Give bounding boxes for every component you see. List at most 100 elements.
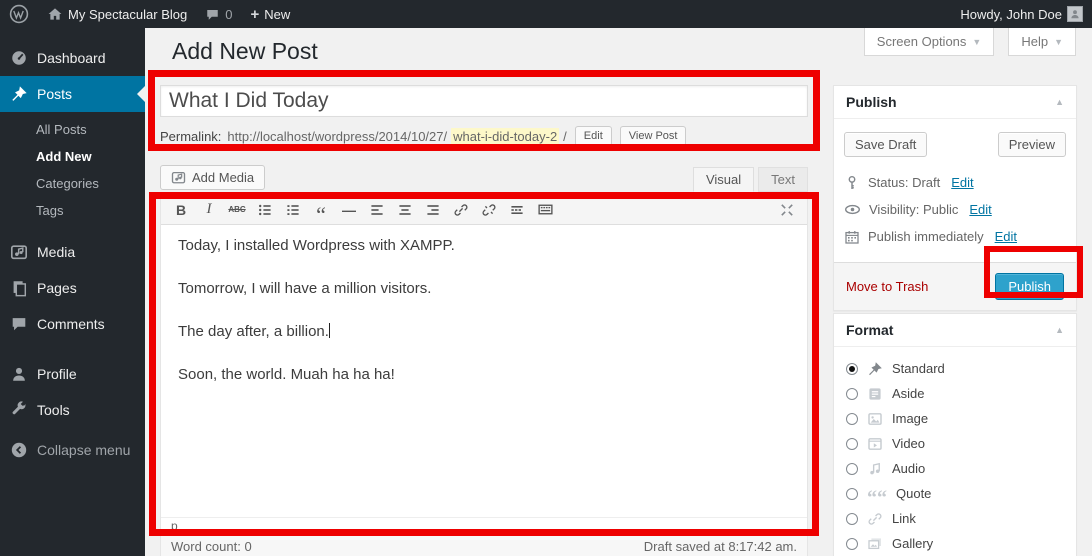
format-radio[interactable] bbox=[846, 388, 858, 400]
plus-icon: + bbox=[250, 7, 259, 22]
align-right-icon[interactable] bbox=[420, 198, 446, 222]
wordpress-logo-menu[interactable] bbox=[0, 0, 38, 28]
format-box-header[interactable]: Format ▲ bbox=[834, 314, 1076, 347]
bulleted-list-icon[interactable] bbox=[252, 198, 278, 222]
active-menu-arrow bbox=[129, 86, 145, 102]
edit-visibility-link[interactable]: Edit bbox=[969, 202, 991, 217]
format-radio[interactable] bbox=[846, 438, 858, 450]
help-tab[interactable]: Help ▼ bbox=[1008, 28, 1076, 56]
edit-permalink-button[interactable]: Edit bbox=[575, 126, 612, 146]
visibility-text: Visibility: Public bbox=[869, 202, 958, 217]
horizontal-rule-icon[interactable]: — bbox=[336, 198, 362, 222]
media-buttons-bar: Add Media Visual Text bbox=[160, 164, 808, 192]
gallery-icon bbox=[867, 536, 883, 552]
user-silhouette-icon bbox=[1069, 8, 1081, 20]
media-icon bbox=[10, 243, 28, 261]
pushpin-icon bbox=[10, 85, 28, 103]
sidebar-item-label: Collapse menu bbox=[37, 442, 130, 458]
format-option-standard[interactable]: Standard bbox=[846, 356, 1064, 381]
publish-box: Publish ▲ Save Draft Preview Status: Dra… bbox=[833, 85, 1077, 311]
add-media-button[interactable]: Add Media bbox=[160, 165, 265, 190]
sidebar-item-label: Posts bbox=[37, 86, 72, 102]
format-radio[interactable] bbox=[846, 463, 858, 475]
chevron-down-icon: ▼ bbox=[1054, 37, 1063, 47]
text-tab[interactable]: Text bbox=[758, 167, 808, 192]
admin-bar-comments[interactable]: 0 bbox=[196, 0, 241, 28]
format-option-audio[interactable]: Audio bbox=[846, 456, 1064, 481]
format-radio[interactable] bbox=[846, 538, 858, 550]
publish-box-header[interactable]: Publish ▲ bbox=[834, 86, 1076, 119]
site-name-menu[interactable]: My Spectacular Blog bbox=[38, 0, 196, 28]
edit-status-link[interactable]: Edit bbox=[951, 175, 973, 190]
format-option-quote[interactable]: ““ Quote bbox=[846, 481, 1064, 506]
aside-icon bbox=[867, 386, 883, 402]
my-account-menu[interactable]: Howdy, John Doe bbox=[951, 0, 1092, 28]
user-icon bbox=[10, 365, 28, 383]
editor-content-area[interactable]: Today, I installed Wordpress with XAMPP.… bbox=[161, 225, 807, 517]
admin-bar-new-menu[interactable]: + New bbox=[241, 0, 299, 28]
edit-schedule-link[interactable]: Edit bbox=[995, 229, 1017, 244]
pages-icon bbox=[10, 279, 28, 297]
sidebar-item-label: Dashboard bbox=[37, 50, 106, 66]
distraction-free-icon[interactable] bbox=[774, 198, 800, 222]
schedule-row: Publish immediately Edit bbox=[844, 223, 1066, 250]
site-name-label: My Spectacular Blog bbox=[68, 7, 187, 22]
comments-icon bbox=[10, 315, 28, 333]
submenu-item-categories[interactable]: Categories bbox=[0, 170, 145, 197]
pushpin-icon bbox=[867, 361, 883, 377]
permalink-slug: what-i-did-today-2 bbox=[451, 128, 559, 145]
toolbar-toggle-icon[interactable] bbox=[532, 198, 558, 222]
format-radio[interactable] bbox=[846, 513, 858, 525]
format-option-aside[interactable]: Aside bbox=[846, 381, 1064, 406]
italic-icon[interactable]: I bbox=[196, 198, 222, 222]
publish-button[interactable]: Publish bbox=[995, 273, 1064, 300]
bold-icon[interactable]: B bbox=[168, 198, 194, 222]
save-draft-button[interactable]: Save Draft bbox=[844, 132, 927, 157]
post-paragraph: The day after, a billion. bbox=[178, 321, 790, 342]
view-post-button[interactable]: View Post bbox=[620, 126, 687, 146]
sidebar-item-collapse-menu[interactable]: Collapse menu bbox=[0, 432, 145, 468]
blockquote-icon[interactable]: “ bbox=[308, 198, 334, 222]
sidebar-item-dashboard[interactable]: Dashboard bbox=[0, 40, 145, 76]
format-radio[interactable] bbox=[846, 413, 858, 425]
align-left-icon[interactable] bbox=[364, 198, 390, 222]
format-box: Format ▲ Standard Aside bbox=[833, 313, 1077, 556]
main-content: Add New Post Screen Options ▼ Help ▼ Per… bbox=[145, 28, 1092, 556]
submenu-item-add-new[interactable]: Add New bbox=[0, 143, 145, 170]
sidebar-item-comments[interactable]: Comments bbox=[0, 306, 145, 342]
toggle-up-icon[interactable]: ▲ bbox=[1055, 97, 1064, 107]
sidebar-item-posts[interactable]: Posts bbox=[0, 76, 145, 112]
word-count: Word count: 0 bbox=[171, 539, 252, 554]
submenu-item-tags[interactable]: Tags bbox=[0, 197, 145, 224]
editor-mode-tabs: Visual Text bbox=[693, 167, 808, 192]
format-radio[interactable] bbox=[846, 363, 858, 375]
page-title: Add New Post bbox=[172, 38, 318, 65]
wordpress-logo-icon bbox=[9, 4, 29, 24]
align-center-icon[interactable] bbox=[392, 198, 418, 222]
format-option-video[interactable]: Video bbox=[846, 431, 1064, 456]
insert-link-icon[interactable] bbox=[448, 198, 474, 222]
media-icon bbox=[171, 170, 186, 185]
submenu-item-all-posts[interactable]: All Posts bbox=[0, 116, 145, 143]
numbered-list-icon[interactable] bbox=[280, 198, 306, 222]
preview-button[interactable]: Preview bbox=[998, 132, 1066, 157]
more-tag-icon[interactable] bbox=[504, 198, 530, 222]
move-to-trash-link[interactable]: Move to Trash bbox=[846, 279, 928, 294]
remove-link-icon[interactable] bbox=[476, 198, 502, 222]
format-option-gallery[interactable]: Gallery bbox=[846, 531, 1064, 556]
format-radio[interactable] bbox=[846, 488, 858, 500]
admin-bar: My Spectacular Blog 0 + New Howdy, John … bbox=[0, 0, 1092, 28]
screen-options-tab[interactable]: Screen Options ▼ bbox=[864, 28, 995, 56]
format-option-image[interactable]: Image bbox=[846, 406, 1064, 431]
format-option-link[interactable]: Link bbox=[846, 506, 1064, 531]
sidebar-item-profile[interactable]: Profile bbox=[0, 356, 145, 392]
strikethrough-icon[interactable]: ABC bbox=[224, 198, 250, 222]
permalink-trailing-slash: / bbox=[563, 129, 567, 144]
visual-tab[interactable]: Visual bbox=[693, 167, 754, 192]
sidebar-item-pages[interactable]: Pages bbox=[0, 270, 145, 306]
post-title-input[interactable] bbox=[160, 85, 808, 117]
toggle-up-icon[interactable]: ▲ bbox=[1055, 325, 1064, 335]
sidebar-item-media[interactable]: Media bbox=[0, 234, 145, 270]
publish-box-body: Save Draft Preview Status: Draft Edit bbox=[834, 119, 1076, 250]
sidebar-item-tools[interactable]: Tools bbox=[0, 392, 145, 428]
